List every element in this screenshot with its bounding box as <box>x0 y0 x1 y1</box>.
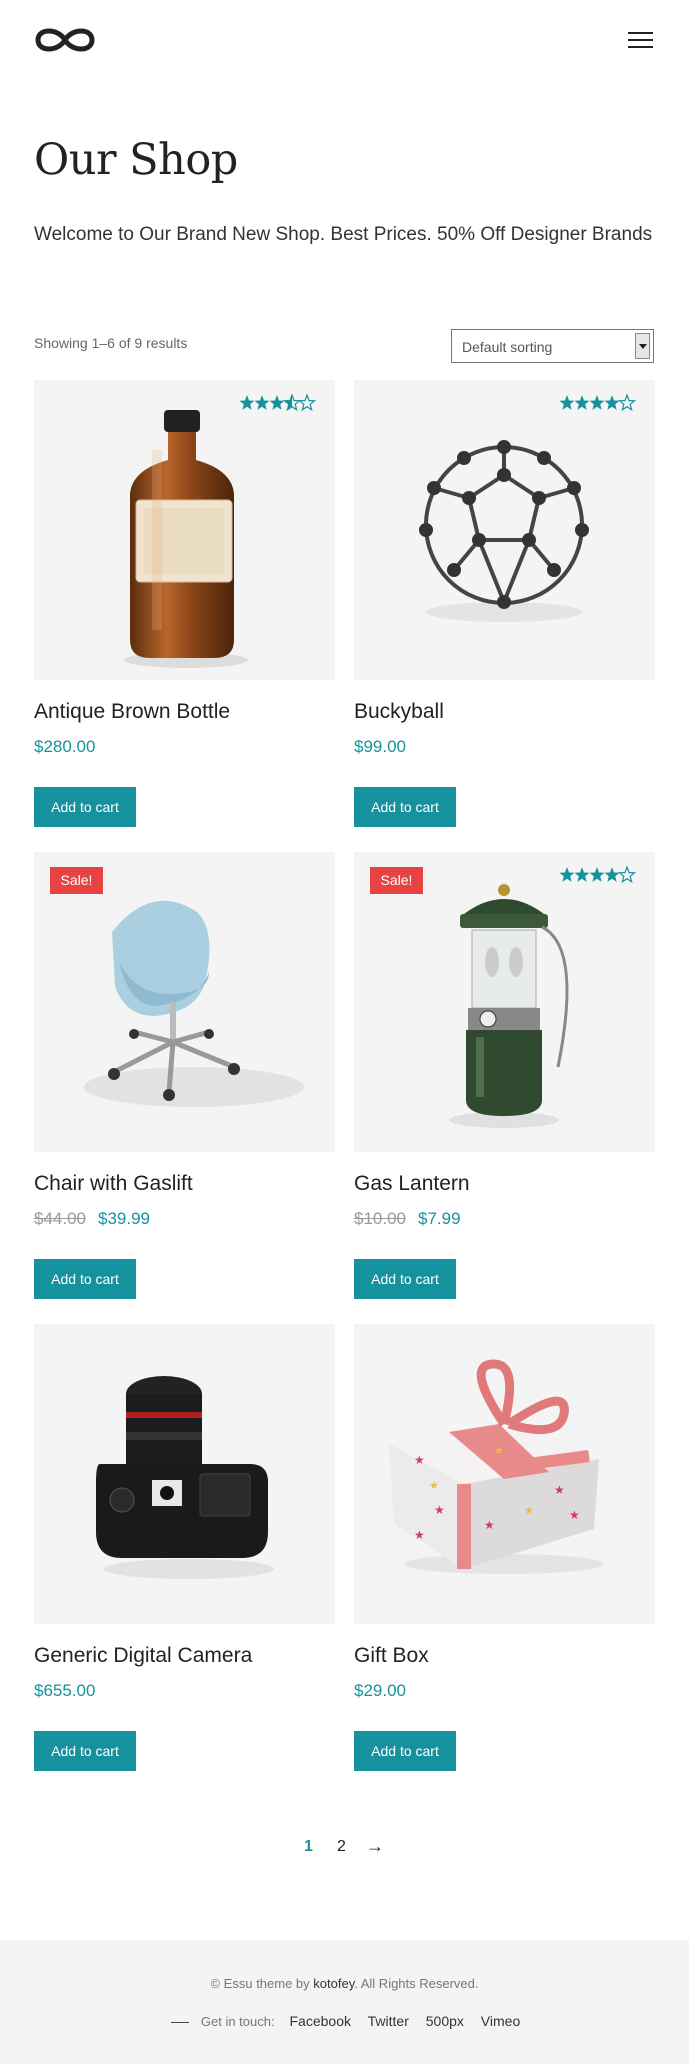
page-intro: Welcome to Our Brand New Shop. Best Pric… <box>34 224 653 245</box>
social-links: Get in touch: Facebook Twitter 500px Vim… <box>171 2013 533 2031</box>
product-name[interactable]: Generic Digital Camera <box>34 1644 252 1668</box>
brown-bottle-image <box>124 410 248 668</box>
product-price: $10.00 $7.99 <box>354 1209 461 1229</box>
product-name[interactable]: Chair with Gaslift <box>34 1172 193 1196</box>
star-icon <box>239 395 255 410</box>
sale-price: $7.99 <box>418 1209 461 1228</box>
add-to-cart-button[interactable]: Add to cart <box>354 1731 456 1771</box>
product-name[interactable]: Gas Lantern <box>354 1172 470 1196</box>
svg-text:★: ★ <box>554 1483 565 1497</box>
svg-text:★: ★ <box>569 1508 580 1522</box>
page-title: Our Shop <box>34 135 238 185</box>
gift-box-image: ★ ★ ★ ★ ★ ★ ★ ★ ★ <box>389 1359 604 1574</box>
product-price: $280.00 <box>34 737 96 756</box>
sale-badge: Sale! <box>50 867 103 894</box>
chair-image <box>84 900 304 1107</box>
svg-text:★: ★ <box>414 1528 425 1542</box>
product-image[interactable]: ★ ★ ★ ★ ★ ★ ★ ★ ★ <box>354 1324 655 1624</box>
facebook-link[interactable]: Facebook <box>290 2013 351 2029</box>
rating-stars-icon <box>559 394 637 412</box>
product-name[interactable]: Buckyball <box>354 700 444 724</box>
product-image[interactable] <box>34 1324 335 1624</box>
product-name[interactable]: Antique Brown Bottle <box>34 700 230 724</box>
hamburger-menu-icon[interactable] <box>628 29 654 51</box>
add-to-cart-button[interactable]: Add to cart <box>354 787 456 827</box>
author-link[interactable]: kotofey <box>313 1976 354 1991</box>
copyright-suffix: . All Rights Reserved. <box>354 1976 479 1991</box>
product-image[interactable] <box>354 380 655 680</box>
sale-badge: Sale! <box>370 867 423 894</box>
old-price: $44.00 <box>34 1209 86 1228</box>
sort-select[interactable]: Default sorting <box>451 329 654 363</box>
product-price: $655.00 <box>34 1681 96 1700</box>
rating-stars-icon <box>559 866 637 884</box>
site-header <box>0 0 689 80</box>
svg-text:★: ★ <box>524 1505 534 1517</box>
pagination: 1 2 → <box>0 1836 689 1864</box>
lantern-image <box>449 884 569 1128</box>
page-2-link[interactable]: 2 <box>337 1838 346 1856</box>
infinity-logo-icon[interactable] <box>34 24 96 56</box>
svg-text:★: ★ <box>429 1480 439 1492</box>
sort-selected-value: Default sorting <box>462 339 553 355</box>
rating-stars-icon <box>239 394 317 412</box>
result-count: Showing 1–6 of 9 results <box>34 335 188 351</box>
product-image[interactable] <box>34 380 335 680</box>
old-price: $10.00 <box>354 1209 406 1228</box>
next-arrow-icon[interactable]: → <box>366 1836 384 1857</box>
twitter-link[interactable]: Twitter <box>368 2013 409 2029</box>
product-price: $44.00 $39.99 <box>34 1209 150 1229</box>
product-price: $29.00 <box>354 1681 406 1700</box>
vimeo-link[interactable]: Vimeo <box>481 2013 520 2029</box>
site-footer: © Essu theme by kotofey. All Rights Rese… <box>0 1940 689 2064</box>
divider <box>171 2021 189 2023</box>
product-name[interactable]: Gift Box <box>354 1644 429 1668</box>
product-image[interactable]: Sale! <box>354 852 655 1152</box>
add-to-cart-button[interactable]: Add to cart <box>34 1731 136 1771</box>
product-image[interactable]: Sale! <box>34 852 335 1152</box>
copyright-prefix: © Essu theme by <box>210 1976 314 1991</box>
sale-price: $39.99 <box>98 1209 150 1228</box>
svg-text:★: ★ <box>484 1518 495 1532</box>
get-in-touch-label: Get in touch: <box>200 2014 275 2029</box>
buckyball-image <box>419 440 589 622</box>
svg-text:★: ★ <box>434 1503 445 1517</box>
svg-text:★: ★ <box>414 1453 425 1467</box>
add-to-cart-button[interactable]: Add to cart <box>34 1259 136 1299</box>
dropdown-arrow-icon <box>635 333 650 359</box>
page-1-link[interactable]: 1 <box>304 1838 313 1856</box>
500px-link[interactable]: 500px <box>426 2013 464 2029</box>
copyright: © Essu theme by kotofey. All Rights Rese… <box>0 1976 689 1991</box>
svg-text:★: ★ <box>494 1445 504 1457</box>
product-price: $99.00 <box>354 737 406 756</box>
add-to-cart-button[interactable]: Add to cart <box>354 1259 456 1299</box>
add-to-cart-button[interactable]: Add to cart <box>34 787 136 827</box>
camera-image <box>96 1376 274 1579</box>
